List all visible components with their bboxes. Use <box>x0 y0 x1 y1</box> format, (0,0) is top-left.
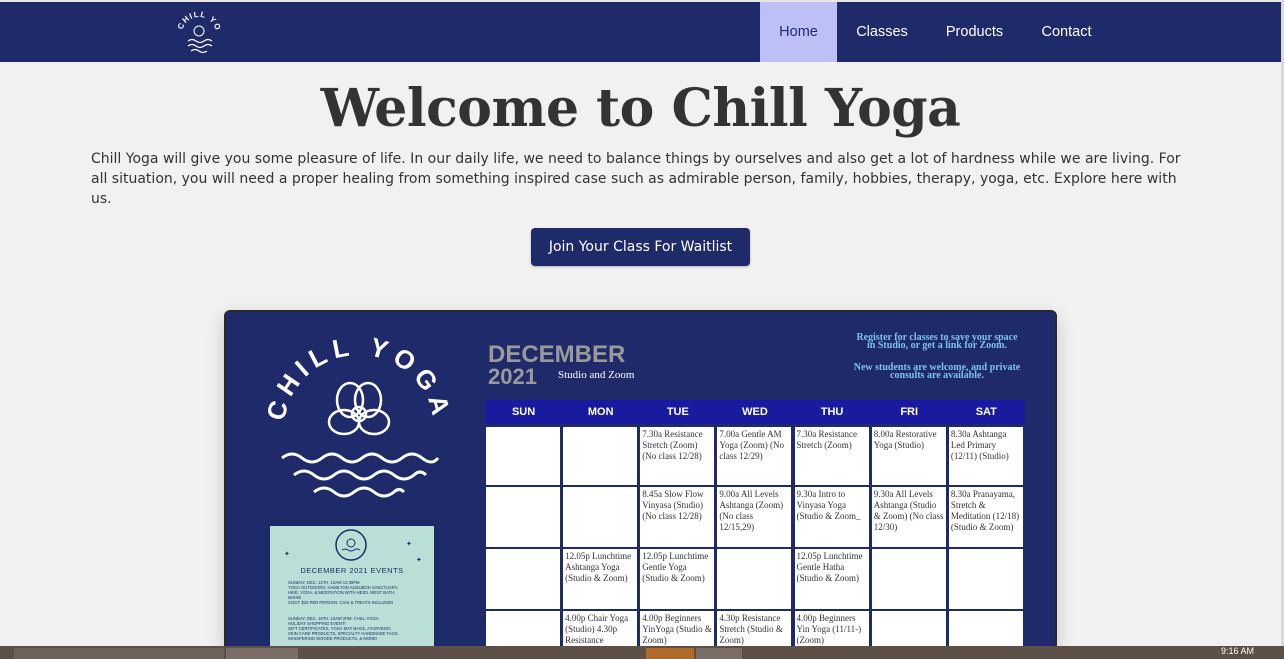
calendar-cell: 7.30a Resistance Stretch (Zoom) (No clas… <box>640 427 715 485</box>
class-entry: 8.45a Slow Flow Vinyasa (Studio) (No cla… <box>642 489 704 521</box>
calendar-subtitle: Studio and Zoom <box>558 369 635 381</box>
calendar-cell: 7.00a Gentle AM Yoga (Zoom) (No class 12… <box>717 427 792 485</box>
calendar-month: DECEMBER <box>488 341 626 368</box>
calendar-cell: 8.45a Slow Flow Vinyasa (Studio) (No cla… <box>640 487 715 547</box>
calendar-cell: 4.00p Chair Yoga (Studio) 4.30p Resistan… <box>563 611 638 648</box>
star-icon: ✦ <box>416 556 422 564</box>
calendar-cell <box>948 611 1023 648</box>
calendar-header: SUN MON TUE WED THU FRI SAT <box>485 400 1025 424</box>
star-icon: ✦ <box>284 550 290 558</box>
main-nav: Home Classes Products Contact <box>760 2 1111 62</box>
chill-yoga-flyer-logo: CHILL YOGA <box>260 330 454 508</box>
day-header: FRI <box>900 406 919 418</box>
svg-text:CHILL YOGA: CHILL YOGA <box>170 4 223 32</box>
calendar-cell <box>563 427 638 485</box>
calendar-cell <box>871 549 946 609</box>
taskbar-app[interactable] <box>226 648 298 659</box>
nav-contact[interactable]: Contact <box>1022 2 1111 62</box>
class-entry: 12.05p Lunchtime Gentle Hatha (Studio & … <box>796 551 863 583</box>
page-title: Welcome to Chill Yoga <box>320 78 961 139</box>
class-entry: 4.30p Resistance Stretch (Studio & Zoom) <box>719 613 783 645</box>
calendar-cell: 7.30a Resistance Stretch (Zoom) <box>794 427 869 485</box>
calendar-cell: 4.30p Resistance Stretch (Studio & Zoom) <box>717 611 792 648</box>
calendar-cell <box>486 549 560 609</box>
class-entry: 9.30a All Levels Ashtanga (Studio & Zoom… <box>873 489 944 532</box>
intro-text: Chill Yoga will give you some pleasure o… <box>91 151 1181 207</box>
calendar-cell <box>871 611 946 648</box>
calendar-cell <box>486 611 560 648</box>
calendar-year: 2021 <box>488 364 537 389</box>
calendar-cell <box>948 549 1023 609</box>
class-entry: 4.00p Chair Yoga (Studio) 4.30p Resistan… <box>565 613 629 645</box>
calendar-cell: 8.30a Pranayama, Stretch & Meditation (1… <box>948 487 1023 547</box>
day-header: SAT <box>975 406 997 418</box>
calendar-cell: 9.30a Intro to Vinyasa Yoga (Studio & Zo… <box>794 487 869 547</box>
day-header: WED <box>742 406 768 418</box>
day-header: MON <box>587 406 614 418</box>
join-waitlist-button[interactable]: Join Your Class For Waitlist <box>531 228 750 266</box>
register-note: Register for classes to save your space … <box>856 332 1018 351</box>
nav-products[interactable]: Products <box>927 2 1022 62</box>
taskbar-search[interactable] <box>14 648 224 659</box>
calendar-cell <box>717 549 792 609</box>
star-icon: ✦ <box>406 540 412 548</box>
events-logo <box>334 528 368 562</box>
os-taskbar: 9:16 AM <box>0 646 1284 659</box>
calendar-cell: 8.00a Restorative Yoga (Studio) <box>871 427 946 485</box>
calendar-cell: 12.05p Lunchtime Gentle Hatha (Studio & … <box>794 549 869 609</box>
calendar-cell <box>486 487 560 547</box>
class-entry: 4.00p Beginners YinYoga (Studio & Zoom) <box>642 613 712 645</box>
nav-classes[interactable]: Classes <box>837 2 927 62</box>
taskbar-app[interactable] <box>696 648 742 659</box>
class-entry: 7.30a Resistance Stretch (Zoom) (No clas… <box>642 429 703 461</box>
class-entry: 4.00p Beginners Yin Yoga (11/11-) (Zoom) <box>796 613 862 645</box>
day-header: THU <box>820 406 844 418</box>
taskbar-app[interactable] <box>646 648 694 659</box>
class-entry: 9.00a All Levels Ashtanga (Zoom) (No cla… <box>719 489 784 532</box>
calendar-cell <box>563 487 638 547</box>
class-entry: 8.30a Ashtanga Led Primary (12/11) (Stud… <box>950 429 1009 461</box>
chill-yoga-logo[interactable]: CHILL YOGA <box>166 0 228 60</box>
calendar-cell: 9.00a All Levels Ashtanga (Zoom) (No cla… <box>717 487 792 547</box>
class-entry: 8.30a Pranayama, Stretch & Meditation (1… <box>950 489 1020 532</box>
class-entry: 12.05p Lunchtime Gentle Yoga (Studio & Z… <box>642 551 709 583</box>
day-header: SUN <box>511 406 536 418</box>
class-entry: 8.00a Restorative Yoga (Studio) <box>873 429 937 450</box>
nav-home[interactable]: Home <box>760 2 837 62</box>
calendar-cell: 4.00p Beginners Yin Yoga (11/11-) (Zoom) <box>794 611 869 648</box>
calendar-cell: 8.30a Ashtanga Led Primary (12/11) (Stud… <box>948 427 1023 485</box>
event-line: WHISPERING WOODS PRODUCTS, & MORE! <box>288 636 378 641</box>
event-line: COST: $20 PER PERSON. CHAI & TREATS INCL… <box>288 600 394 605</box>
calendar-cell: 4.00p Beginners YinYoga (Studio & Zoom) <box>640 611 715 648</box>
class-entry: 12.05p Lunchtime Ashtanga Yoga (Studio &… <box>565 551 632 583</box>
calendar-cell: 12.05p Lunchtime Ashtanga Yoga (Studio &… <box>563 549 638 609</box>
new-students-note: New students are welcome, and private co… <box>853 362 1021 381</box>
navbar: CHILL YOGA Home Classes Products Contact <box>0 0 1281 62</box>
taskbar-clock: 9:16 AM <box>1220 646 1254 656</box>
flyer-brand-text: CHILL YOGA <box>260 331 451 424</box>
events-card: ✦ ✦ ✦ DECEMBER 2021 EVENTS SUNDAY, DEC. … <box>270 526 434 648</box>
day-header: TUE <box>666 406 689 418</box>
events-title: DECEMBER 2021 EVENTS <box>300 566 404 575</box>
schedule-flyer: CHILL YOGA ✦ ✦ ✦ DECEMBER 2021 EVENTS SU… <box>224 310 1057 650</box>
calendar-cell: 9.30a All Levels Ashtanga (Studio & Zoom… <box>871 487 946 547</box>
class-entry: 7.00a Gentle AM Yoga (Zoom) (No class 12… <box>719 429 784 461</box>
svg-text:CHILL YOGA: CHILL YOGA <box>264 331 454 424</box>
calendar-cell <box>486 427 560 485</box>
class-entry: 9.30a Intro to Vinyasa Yoga (Studio & Zo… <box>796 489 861 521</box>
class-entry: 7.30a Resistance Stretch (Zoom) <box>796 429 858 450</box>
calendar-cell: 12.05p Lunchtime Gentle Yoga (Studio & Z… <box>640 549 715 609</box>
